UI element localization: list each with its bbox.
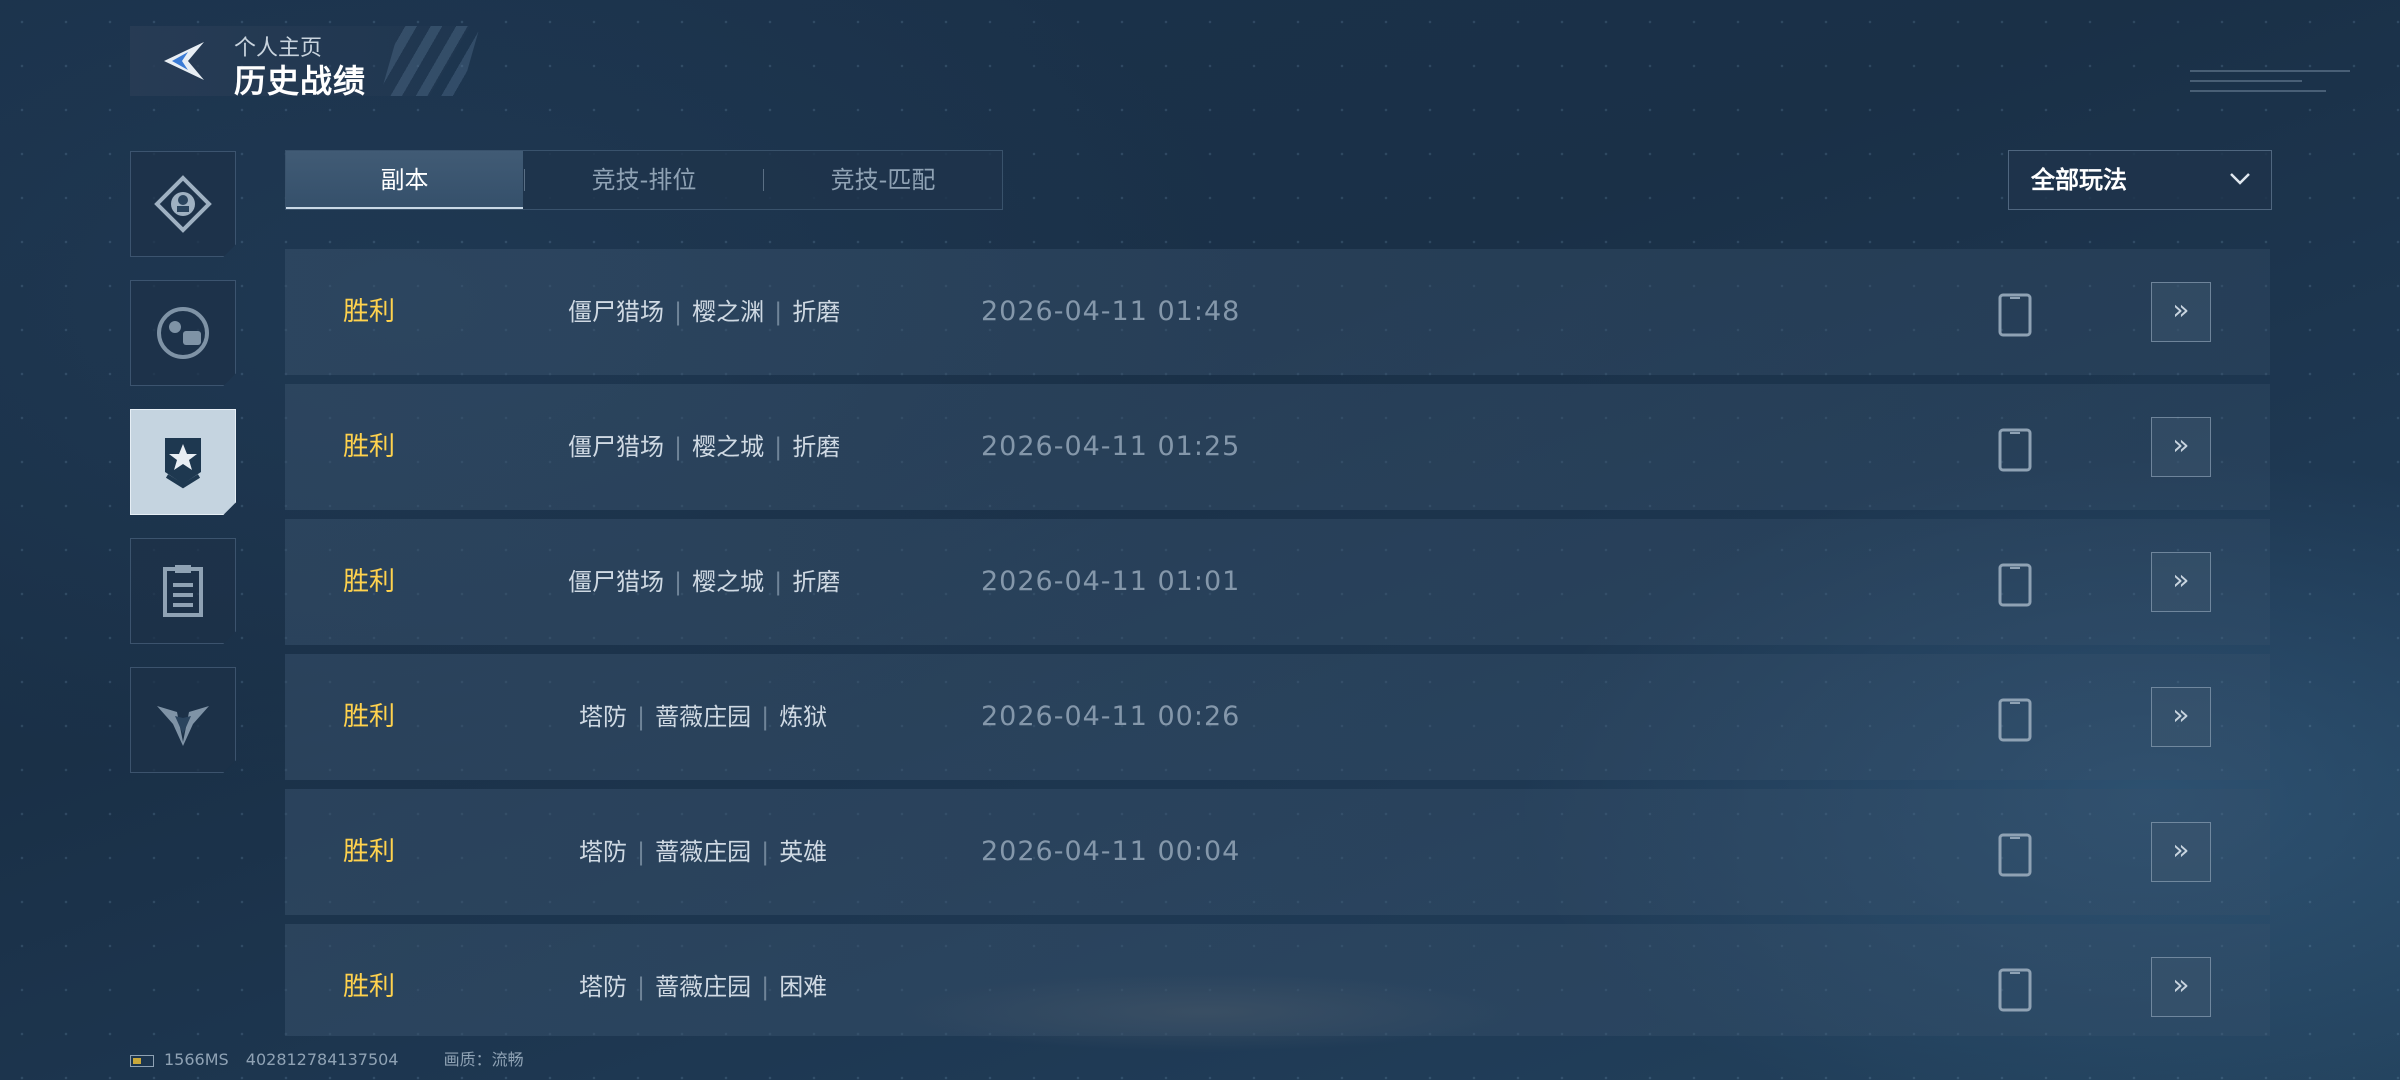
sidebar-item-tasks[interactable]: [130, 538, 236, 644]
record-row[interactable]: 胜利 僵尸猎场 | 樱之渊 | 折磨 2026-04-11 01:48 »: [285, 249, 2270, 375]
double-chevron-right-icon: »: [2172, 428, 2190, 461]
phone-icon: [1998, 293, 2032, 337]
page-header: 个人主页 历史战绩: [130, 26, 480, 100]
quality-value: 画质：流畅: [443, 1050, 524, 1069]
mode-info: 塔防 | 蔷薇庄园 | 英雄: [579, 838, 828, 866]
mode-name: 塔防: [579, 703, 627, 731]
map-name: 蔷薇庄园: [655, 703, 752, 731]
result-label: 胜利: [343, 837, 396, 867]
double-chevron-right-icon: »: [2172, 563, 2190, 596]
mode-name: 僵尸猎场: [568, 298, 664, 326]
emblem-icon: [157, 706, 209, 746]
mode-filter-dropdown[interactable]: 全部玩法: [2008, 150, 2272, 210]
detail-button[interactable]: »: [2151, 687, 2211, 747]
sidebar-item-record[interactable]: [130, 409, 236, 515]
detail-button[interactable]: »: [2151, 552, 2211, 612]
double-chevron-right-icon: »: [2172, 968, 2190, 1001]
record-row[interactable]: 胜利 塔防 | 蔷薇庄园 | 炼狱 2026-04-11 00:26 »: [285, 654, 2270, 780]
mode-info: 塔防 | 蔷薇庄园 | 困难: [579, 973, 828, 1001]
double-chevron-right-icon: »: [2172, 698, 2190, 731]
phone-icon: [1998, 833, 2032, 877]
phone-icon: [1998, 563, 2032, 607]
team-icon: [157, 307, 209, 359]
obscured-overlay: [895, 972, 1515, 1052]
result-label: 胜利: [343, 432, 396, 462]
tab-instance[interactable]: 副本: [286, 151, 523, 209]
mode-info: 塔防 | 蔷薇庄园 | 炼狱: [579, 703, 828, 731]
detail-button[interactable]: »: [2151, 822, 2211, 882]
sidebar-item-profile[interactable]: [130, 151, 236, 257]
record-row[interactable]: 胜利 塔防 | 蔷薇庄园 | 英雄 2026-04-11 00:04 »: [285, 789, 2270, 915]
match-time: 2026-04-11 00:04: [981, 836, 1241, 867]
difficulty: 折磨: [792, 568, 841, 596]
page-title: 历史战绩: [234, 62, 367, 100]
back-button[interactable]: [158, 38, 208, 84]
result-label: 胜利: [343, 567, 396, 597]
match-time: 2026-04-11 00:26: [981, 701, 1241, 732]
result-label: 胜利: [343, 972, 396, 1002]
map-name: 樱之渊: [692, 298, 765, 326]
uid-value: 402812784137504: [245, 1050, 399, 1069]
mode-info: 僵尸猎场 | 樱之城 | 折磨: [568, 433, 841, 461]
tab-ranked[interactable]: 竞技-排位: [525, 151, 763, 209]
phone-icon: [1998, 698, 2032, 742]
map-name: 樱之城: [692, 568, 765, 596]
sidebar-item-emblem[interactable]: [130, 667, 236, 773]
detail-button[interactable]: »: [2151, 957, 2211, 1017]
difficulty: 折磨: [792, 298, 841, 326]
match-time: 2026-04-11 01:25: [981, 431, 1241, 462]
detail-button[interactable]: »: [2151, 282, 2211, 342]
double-chevron-right-icon: »: [2172, 833, 2190, 866]
mode-info: 僵尸猎场 | 樱之城 | 折磨: [568, 568, 841, 596]
map-name: 樱之城: [692, 433, 765, 461]
chevron-down-icon: [2230, 173, 2250, 185]
tab-match[interactable]: 竞技-匹配: [764, 151, 1002, 209]
ping-value: 1566MS: [164, 1050, 229, 1069]
record-row[interactable]: 胜利 僵尸猎场 | 樱之城 | 折磨 2026-04-11 01:01 »: [285, 519, 2270, 645]
back-arrow-icon: [164, 42, 204, 80]
battery-icon: [130, 1054, 154, 1067]
result-label: 胜利: [343, 297, 396, 327]
difficulty: 英雄: [779, 838, 828, 866]
result-label: 胜利: [343, 702, 396, 732]
clipboard-icon: [163, 565, 203, 617]
difficulty: 困难: [779, 973, 828, 1001]
mode-tabs: 副本 竞技-排位 竞技-匹配: [285, 150, 1003, 210]
filter-label: 全部玩法: [2031, 166, 2127, 194]
difficulty: 折磨: [792, 433, 841, 461]
phone-icon: [1998, 968, 2032, 1012]
difficulty: 炼狱: [779, 703, 828, 731]
rank-star-icon: [165, 438, 201, 489]
mode-info: 僵尸猎场 | 樱之渊 | 折磨: [568, 298, 841, 326]
map-name: 蔷薇庄园: [655, 973, 752, 1001]
sidebar-item-team[interactable]: [130, 280, 236, 386]
phone-icon: [1998, 428, 2032, 472]
hud-decoration: [2190, 62, 2350, 112]
mode-name: 僵尸猎场: [568, 433, 664, 461]
mode-name: 僵尸猎场: [568, 568, 664, 596]
record-row[interactable]: 胜利 僵尸猎场 | 樱之城 | 折磨 2026-04-11 01:25 »: [285, 384, 2270, 510]
map-name: 蔷薇庄园: [655, 838, 752, 866]
double-chevron-right-icon: »: [2172, 293, 2190, 326]
detail-button[interactable]: »: [2151, 417, 2211, 477]
match-time: 2026-04-11 01:48: [981, 296, 1241, 327]
mode-name: 塔防: [579, 973, 627, 1001]
match-time: 2026-04-11 01:01: [981, 566, 1241, 597]
mode-name: 塔防: [579, 838, 627, 866]
status-bar: 1566MS 402812784137504 画质：流畅: [130, 1046, 524, 1070]
profile-badge-icon: [154, 175, 212, 233]
